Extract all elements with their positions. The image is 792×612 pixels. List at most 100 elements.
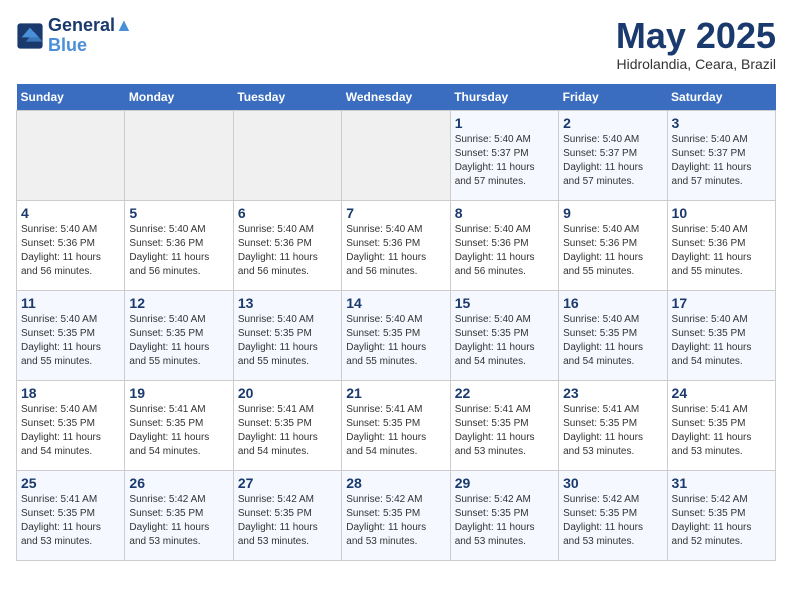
day-info: Sunrise: 5:42 AMSunset: 5:35 PMDaylight:… — [346, 493, 445, 549]
day-info: Sunrise: 5:41 AMSunset: 5:35 PMDaylight:… — [563, 403, 662, 459]
day-number: 31 — [672, 475, 771, 491]
calendar-header: Sunday Monday Tuesday Wednesday Thursday… — [17, 84, 776, 111]
calendar-cell: 3Sunrise: 5:40 AMSunset: 5:37 PMDaylight… — [667, 110, 775, 200]
calendar-cell: 5 Sunrise: 5:40 AMSunset: 5:36 PMDaylight… — [125, 200, 233, 290]
day-info: Sunrise: 5:40 AMSunset: 5:35 PMDaylight:… — [455, 313, 554, 369]
day-number: 21 — [346, 385, 445, 401]
weekday-friday: Friday — [559, 84, 667, 111]
logo-icon — [16, 22, 44, 50]
day-number: 28 — [346, 475, 445, 491]
calendar-body: 1 Sunrise: 5:40 AMSunset: 5:37 PMDaylight… — [17, 110, 776, 560]
day-info: Sunrise: 5:40 AMSunset: 5:35 PMDaylight:… — [129, 313, 228, 369]
day-info: Sunrise: 5:41 AMSunset: 5:35 PMDaylight:… — [238, 403, 337, 459]
day-number: 12 — [129, 295, 228, 311]
day-info: Sunrise: 5:40 AMSunset: 5:36 PMDaylight:… — [346, 223, 445, 279]
day-number: 4 — [21, 205, 120, 221]
day-info: Sunrise: 5:40 AMSunset: 5:35 PMDaylight:… — [238, 313, 337, 369]
day-number: 1 — [455, 115, 554, 131]
weekday-wednesday: Wednesday — [342, 84, 450, 111]
calendar-cell: 20 Sunrise: 5:41 AMSunset: 5:35 PMDayligh… — [233, 380, 341, 470]
day-number: 13 — [238, 295, 337, 311]
calendar-cell: 23Sunrise: 5:41 AMSunset: 5:35 PMDayligh… — [559, 380, 667, 470]
calendar-cell — [233, 110, 341, 200]
calendar-cell: 22 Sunrise: 5:41 AMSunset: 5:35 PMDayligh… — [450, 380, 558, 470]
calendar-cell: 16 Sunrise: 5:40 AMSunset: 5:35 PMDayligh… — [559, 290, 667, 380]
day-info: Sunrise: 5:40 AMSunset: 5:35 PMDaylight:… — [21, 403, 120, 459]
calendar-cell: 8 Sunrise: 5:40 AMSunset: 5:36 PMDaylight… — [450, 200, 558, 290]
day-number: 2 — [563, 115, 662, 131]
day-info: Sunrise: 5:40 AMSunset: 5:36 PMDaylight:… — [129, 223, 228, 279]
calendar-cell: 4 Sunrise: 5:40 AMSunset: 5:36 PMDaylight… — [17, 200, 125, 290]
header: General▲ Blue May 2025 Hidrolandia, Cear… — [16, 16, 776, 72]
calendar-cell: 15 Sunrise: 5:40 AMSunset: 5:35 PMDayligh… — [450, 290, 558, 380]
day-info: Sunrise: 5:40 AMSunset: 5:36 PMDaylight:… — [21, 223, 120, 279]
calendar-cell: 18 Sunrise: 5:40 AMSunset: 5:35 PMDayligh… — [17, 380, 125, 470]
month-title: May 2025 — [616, 16, 776, 56]
calendar-cell: 28 Sunrise: 5:42 AMSunset: 5:35 PMDayligh… — [342, 470, 450, 560]
logo-text: General▲ Blue — [48, 16, 133, 56]
day-info: Sunrise: 5:40 AMSunset: 5:35 PMDaylight:… — [672, 313, 771, 369]
calendar-cell: 10Sunrise: 5:40 AMSunset: 5:36 PMDayligh… — [667, 200, 775, 290]
calendar-cell: 14Sunrise: 5:40 AMSunset: 5:35 PMDayligh… — [342, 290, 450, 380]
calendar-cell — [125, 110, 233, 200]
calendar-cell: 19 Sunrise: 5:41 AMSunset: 5:35 PMDayligh… — [125, 380, 233, 470]
day-number: 5 — [129, 205, 228, 221]
day-info: Sunrise: 5:40 AMSunset: 5:37 PMDaylight:… — [672, 133, 771, 189]
calendar-cell — [17, 110, 125, 200]
calendar-table: Sunday Monday Tuesday Wednesday Thursday… — [16, 84, 776, 561]
calendar-cell: 25Sunrise: 5:41 AMSunset: 5:35 PMDayligh… — [17, 470, 125, 560]
day-number: 6 — [238, 205, 337, 221]
day-number: 26 — [129, 475, 228, 491]
day-info: Sunrise: 5:42 AMSunset: 5:35 PMDaylight:… — [672, 493, 771, 549]
day-info: Sunrise: 5:41 AMSunset: 5:35 PMDaylight:… — [346, 403, 445, 459]
weekday-thursday: Thursday — [450, 84, 558, 111]
day-number: 30 — [563, 475, 662, 491]
title-area: May 2025 Hidrolandia, Ceara, Brazil — [616, 16, 776, 72]
day-number: 20 — [238, 385, 337, 401]
day-number: 22 — [455, 385, 554, 401]
calendar-cell: 7 Sunrise: 5:40 AMSunset: 5:36 PMDaylight… — [342, 200, 450, 290]
day-number: 9 — [563, 205, 662, 221]
calendar-cell: 13 Sunrise: 5:40 AMSunset: 5:35 PMDayligh… — [233, 290, 341, 380]
logo: General▲ Blue — [16, 16, 133, 56]
subtitle: Hidrolandia, Ceara, Brazil — [616, 56, 776, 72]
day-number: 7 — [346, 205, 445, 221]
calendar-cell: 31 Sunrise: 5:42 AMSunset: 5:35 PMDayligh… — [667, 470, 775, 560]
day-info: Sunrise: 5:41 AMSunset: 5:35 PMDaylight:… — [455, 403, 554, 459]
day-number: 11 — [21, 295, 120, 311]
day-number: 24 — [672, 385, 771, 401]
day-info: Sunrise: 5:40 AMSunset: 5:36 PMDaylight:… — [563, 223, 662, 279]
calendar-cell: 1 Sunrise: 5:40 AMSunset: 5:37 PMDaylight… — [450, 110, 558, 200]
day-info: Sunrise: 5:41 AMSunset: 5:35 PMDaylight:… — [129, 403, 228, 459]
calendar-cell: 9 Sunrise: 5:40 AMSunset: 5:36 PMDaylight… — [559, 200, 667, 290]
day-info: Sunrise: 5:40 AMSunset: 5:35 PMDaylight:… — [563, 313, 662, 369]
day-info: Sunrise: 5:40 AMSunset: 5:36 PMDaylight:… — [455, 223, 554, 279]
calendar-cell: 17 Sunrise: 5:40 AMSunset: 5:35 PMDayligh… — [667, 290, 775, 380]
day-number: 19 — [129, 385, 228, 401]
weekday-sunday: Sunday — [17, 84, 125, 111]
day-number: 17 — [672, 295, 771, 311]
day-number: 18 — [21, 385, 120, 401]
day-number: 27 — [238, 475, 337, 491]
day-info: Sunrise: 5:41 AMSunset: 5:35 PMDaylight:… — [672, 403, 771, 459]
day-info: Sunrise: 5:42 AMSunset: 5:35 PMDaylight:… — [455, 493, 554, 549]
day-number: 8 — [455, 205, 554, 221]
calendar-cell: 27 Sunrise: 5:42 AMSunset: 5:35 PMDayligh… — [233, 470, 341, 560]
day-info: Sunrise: 5:42 AMSunset: 5:35 PMDaylight:… — [238, 493, 337, 549]
day-info: Sunrise: 5:40 AMSunset: 5:36 PMDaylight:… — [238, 223, 337, 279]
day-number: 25 — [21, 475, 120, 491]
day-info: Sunrise: 5:40 AMSunset: 5:35 PMDaylight:… — [346, 313, 445, 369]
day-info: Sunrise: 5:40 AMSunset: 5:35 PMDaylight:… — [21, 313, 120, 369]
day-number: 29 — [455, 475, 554, 491]
day-info: Sunrise: 5:42 AMSunset: 5:35 PMDaylight:… — [563, 493, 662, 549]
day-number: 15 — [455, 295, 554, 311]
calendar-cell: 12 Sunrise: 5:40 AMSunset: 5:35 PMDayligh… — [125, 290, 233, 380]
calendar-cell: 26Sunrise: 5:42 AMSunset: 5:35 PMDayligh… — [125, 470, 233, 560]
calendar-cell: 24 Sunrise: 5:41 AMSunset: 5:35 PMDayligh… — [667, 380, 775, 470]
calendar-cell — [342, 110, 450, 200]
calendar-cell: 6 Sunrise: 5:40 AMSunset: 5:36 PMDaylight… — [233, 200, 341, 290]
calendar-cell: 2 Sunrise: 5:40 AMSunset: 5:37 PMDaylight… — [559, 110, 667, 200]
day-info: Sunrise: 5:40 AMSunset: 5:37 PMDaylight:… — [455, 133, 554, 189]
day-info: Sunrise: 5:40 AMSunset: 5:37 PMDaylight:… — [563, 133, 662, 189]
day-number: 16 — [563, 295, 662, 311]
